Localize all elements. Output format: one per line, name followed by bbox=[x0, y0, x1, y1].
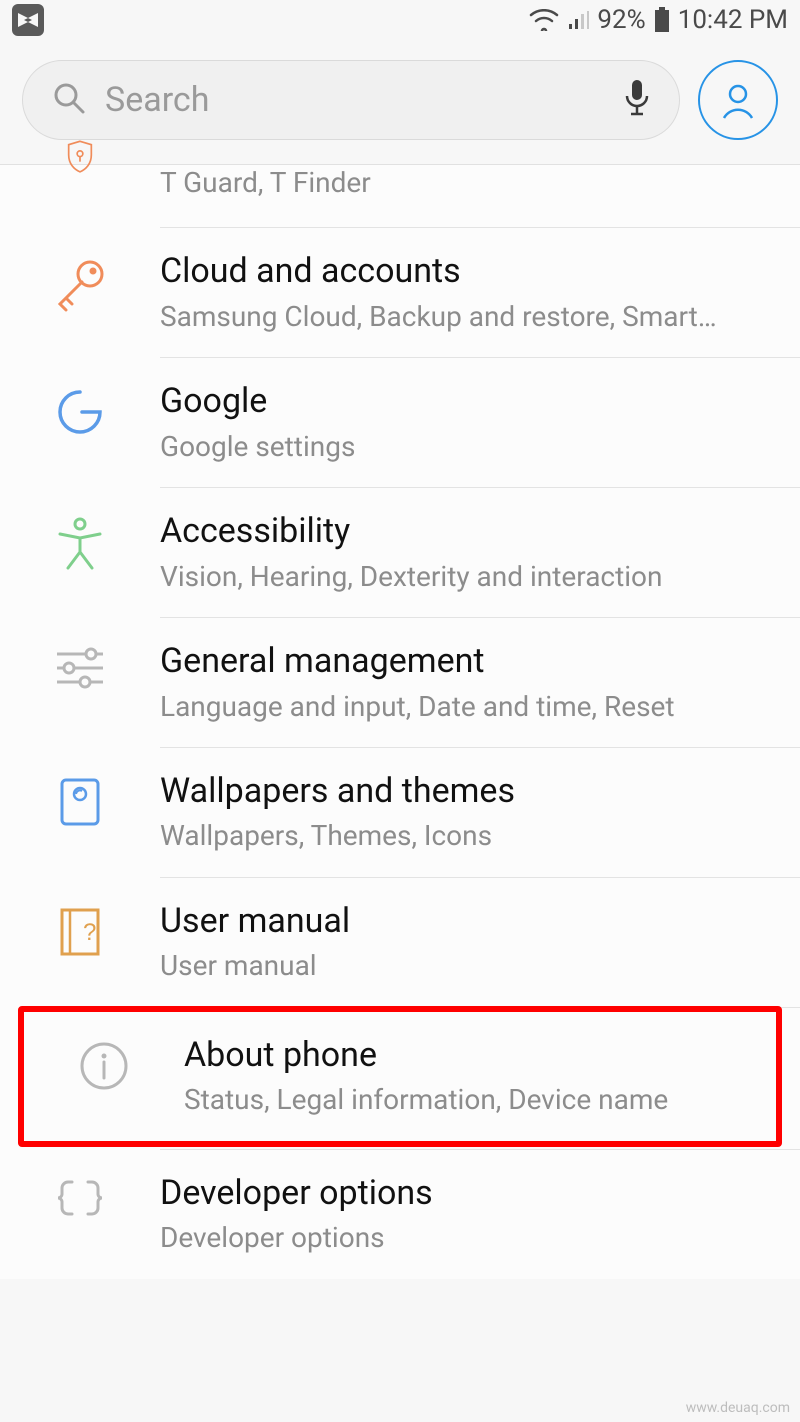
battery-icon bbox=[654, 7, 670, 33]
settings-item-tguard[interactable]: T Guard, T Finder bbox=[0, 165, 800, 227]
search-row: Search bbox=[0, 40, 800, 164]
settings-item-general[interactable]: General management Language and input, D… bbox=[0, 618, 800, 747]
shield-icon bbox=[54, 165, 106, 173]
item-subtitle: User manual bbox=[160, 948, 770, 984]
item-title: Accessibility bbox=[160, 510, 770, 553]
status-bar: 92% 10:42 PM bbox=[0, 0, 800, 40]
svg-text:?: ? bbox=[83, 919, 96, 946]
settings-item-google[interactable]: Google Google settings bbox=[0, 358, 800, 487]
item-subtitle: Language and input, Date and time, Reset bbox=[160, 689, 770, 725]
key-icon bbox=[52, 256, 108, 312]
settings-item-manual[interactable]: ? User manual User manual bbox=[0, 878, 800, 1007]
item-title: Wallpapers and themes bbox=[160, 770, 770, 813]
watermark: www.deuaq.com bbox=[686, 1400, 790, 1416]
google-icon bbox=[54, 386, 106, 438]
wallpaper-icon bbox=[58, 776, 102, 828]
search-placeholder: Search bbox=[105, 80, 605, 120]
item-subtitle: Samsung Cloud, Backup and restore, Smart… bbox=[160, 299, 770, 335]
item-title: Google bbox=[160, 380, 770, 423]
item-title: User manual bbox=[160, 900, 770, 943]
item-title: Developer options bbox=[160, 1172, 770, 1215]
wifi-icon bbox=[529, 9, 559, 31]
settings-item-wallpapers[interactable]: Wallpapers and themes Wallpapers, Themes… bbox=[0, 748, 800, 877]
manual-icon: ? bbox=[58, 906, 102, 958]
status-time: 10:42 PM bbox=[678, 5, 788, 35]
capcut-app-icon bbox=[12, 4, 44, 36]
microphone-icon[interactable] bbox=[623, 78, 651, 122]
info-icon bbox=[78, 1040, 130, 1092]
search-input[interactable]: Search bbox=[22, 60, 680, 140]
highlight-box: About phone Status, Legal information, D… bbox=[18, 1006, 782, 1147]
battery-percent: 92% bbox=[597, 5, 645, 35]
item-subtitle: Developer options bbox=[160, 1220, 770, 1256]
item-subtitle: Status, Legal information, Device name bbox=[184, 1082, 746, 1118]
braces-icon bbox=[54, 1178, 106, 1222]
item-subtitle: T Guard, T Finder bbox=[160, 165, 770, 201]
profile-button[interactable] bbox=[698, 60, 778, 140]
item-title: Cloud and accounts bbox=[160, 250, 770, 293]
settings-item-developer[interactable]: Developer options Developer options bbox=[0, 1150, 800, 1279]
item-title: General management bbox=[160, 640, 770, 683]
search-icon bbox=[51, 80, 87, 120]
item-subtitle: Vision, Hearing, Dexterity and interacti… bbox=[160, 559, 770, 595]
item-subtitle: Google settings bbox=[160, 429, 770, 465]
settings-list: T Guard, T Finder Cloud and accounts Sam… bbox=[0, 164, 800, 1279]
signal-icon bbox=[567, 9, 589, 31]
settings-item-cloud[interactable]: Cloud and accounts Samsung Cloud, Backup… bbox=[0, 228, 800, 357]
item-title: About phone bbox=[184, 1034, 746, 1077]
accessibility-icon bbox=[54, 516, 106, 572]
settings-item-accessibility[interactable]: Accessibility Vision, Hearing, Dexterity… bbox=[0, 488, 800, 617]
item-subtitle: Wallpapers, Themes, Icons bbox=[160, 818, 770, 854]
sliders-icon bbox=[53, 646, 107, 690]
settings-item-about[interactable]: About phone Status, Legal information, D… bbox=[24, 1012, 776, 1141]
